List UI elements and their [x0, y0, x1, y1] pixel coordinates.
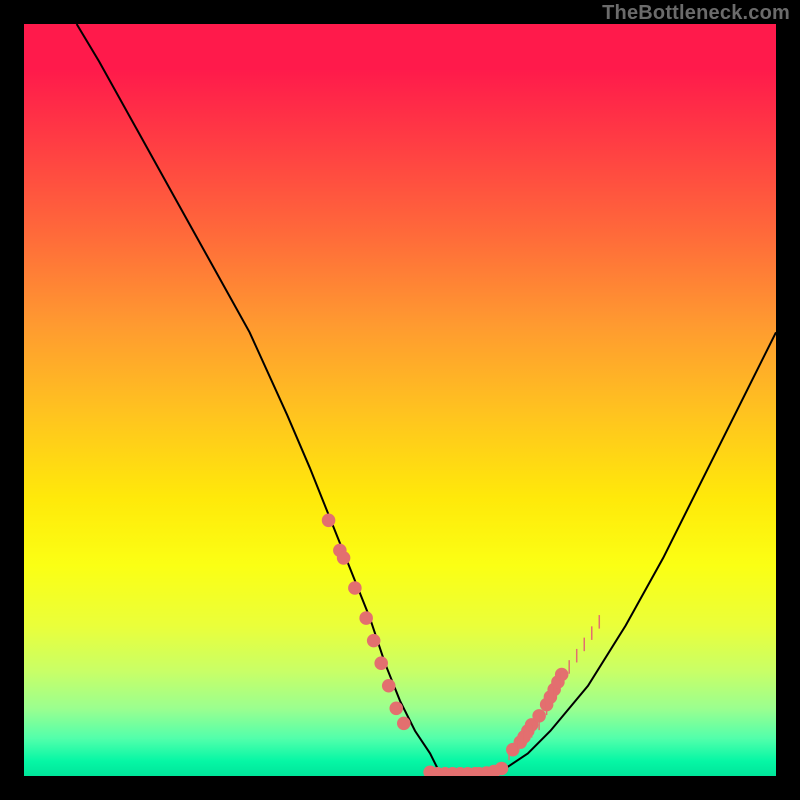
- plot-area: [24, 24, 776, 776]
- marker-dot: [337, 551, 351, 565]
- marker-dot: [367, 634, 381, 648]
- marker-dot: [495, 762, 509, 776]
- marker-dot: [397, 717, 411, 731]
- watermark-text: TheBottleneck.com: [602, 2, 790, 25]
- marker-dot: [382, 679, 396, 693]
- chart-svg: [24, 24, 776, 776]
- marker-dot: [374, 656, 388, 670]
- marker-dot: [389, 702, 403, 716]
- marker-dot: [359, 611, 373, 625]
- marker-dot: [348, 581, 362, 595]
- curve-path: [77, 24, 776, 776]
- chart-container: TheBottleneck.com: [0, 0, 800, 800]
- marker-dot: [322, 514, 336, 528]
